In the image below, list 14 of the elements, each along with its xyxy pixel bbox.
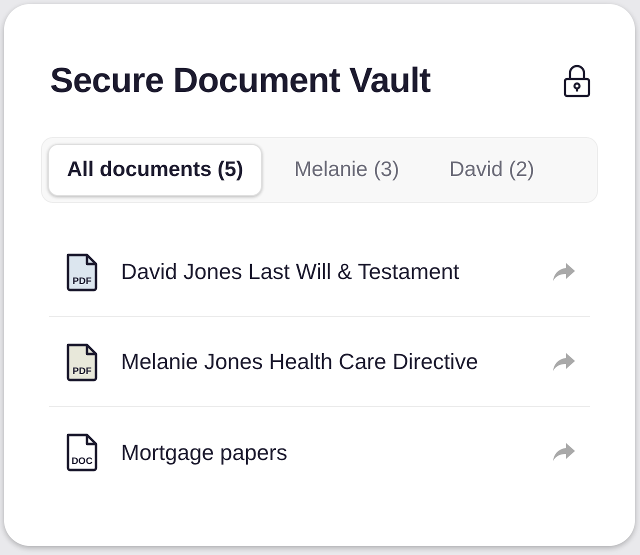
tab[interactable]: All documents (5) bbox=[48, 144, 262, 196]
file-icon: PDF bbox=[65, 252, 99, 292]
file-icon: PDF bbox=[65, 342, 99, 382]
lock-icon bbox=[562, 64, 592, 98]
share-icon[interactable] bbox=[552, 262, 576, 282]
document-name[interactable]: Melanie Jones Health Care Directive bbox=[121, 345, 552, 378]
share-icon[interactable] bbox=[552, 442, 576, 462]
tab[interactable]: Melanie (3) bbox=[276, 144, 418, 196]
page-title: Secure Document Vault bbox=[50, 60, 430, 102]
file-icon: DOC bbox=[65, 432, 99, 472]
share-icon[interactable] bbox=[552, 352, 576, 372]
tab[interactable]: David (2) bbox=[431, 144, 552, 196]
document-name[interactable]: Mortgage papers bbox=[121, 436, 552, 468]
document-name[interactable]: David Jones Last Will & Testament bbox=[121, 255, 552, 288]
